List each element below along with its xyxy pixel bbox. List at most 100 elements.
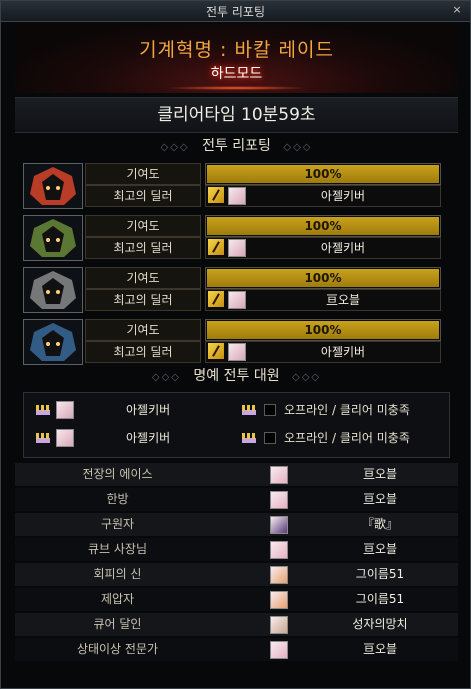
award-title: 큐브 사장님 xyxy=(87,542,147,556)
award-character-name[interactable]: 亘오블 xyxy=(315,638,445,661)
character-portrait[interactable] xyxy=(23,163,83,209)
crown-icon xyxy=(242,405,256,415)
character-face-icon xyxy=(270,566,288,584)
character-face-icon xyxy=(270,616,288,634)
honor-heading: ◇◇◇ 명예 전투 대원 ◇◇◇ xyxy=(15,366,458,386)
contribution-bar: 100% xyxy=(205,319,441,341)
title-bar[interactable]: 전투 리포팅 × xyxy=(1,1,470,22)
contribution-value: 100% xyxy=(304,323,342,337)
award-title: 한방 xyxy=(106,492,129,506)
player-entry: 기여도 100% 최고의 딜러 亘오블 xyxy=(23,267,449,313)
award-character-name[interactable]: 『歌』 xyxy=(315,513,445,536)
character-face-icon xyxy=(228,291,246,309)
raid-name: 기계혁명 : 바칼 레이드 xyxy=(139,39,334,61)
battle-report-window: 전투 리포팅 × 기계혁명 : 바칼 레이드 하드모드 클리어타임 10분59초… xyxy=(0,0,471,689)
weapon-icon xyxy=(208,187,224,203)
contribution-label: 기여도 xyxy=(85,215,201,237)
character-face-icon xyxy=(56,429,74,447)
ornament-left: ◇◇◇ xyxy=(151,372,181,383)
honor-member-name[interactable]: 아젤키버 xyxy=(126,399,170,421)
award-row: 구원자 『歌』 xyxy=(15,513,458,536)
top-dealer-box: 亘오블 xyxy=(205,289,441,311)
award-title: 구원자 xyxy=(100,517,135,531)
character-portrait[interactable] xyxy=(23,215,83,261)
award-row: 큐브 사장님 亘오블 xyxy=(15,538,458,561)
ornament-right: ◇◇◇ xyxy=(292,372,322,383)
character-face-icon xyxy=(270,541,288,559)
character-face-icon xyxy=(270,516,288,534)
ornament-right: ◇◇◇ xyxy=(283,142,313,153)
award-character-name[interactable]: 亘오블 xyxy=(315,488,445,511)
character-face-icon xyxy=(228,187,246,205)
character-portrait[interactable] xyxy=(23,267,83,313)
award-character-name[interactable]: 그이름51 xyxy=(315,563,445,586)
top-dealer-name: 아젤키버 xyxy=(320,241,366,255)
player-entry: 기여도 100% 최고의 딜러 아젤키버 xyxy=(23,163,449,209)
contribution-label: 기여도 xyxy=(85,319,201,341)
weapon-icon xyxy=(208,291,224,307)
contribution-bar: 100% xyxy=(205,215,441,237)
contribution-bar: 100% xyxy=(205,163,441,185)
top-dealer-name: 亘오블 xyxy=(325,293,361,307)
award-title: 상태이상 전문가 xyxy=(76,642,159,656)
award-character-name[interactable]: 亘오블 xyxy=(315,538,445,561)
character-face-icon xyxy=(270,491,288,509)
award-title: 회피의 신 xyxy=(93,567,142,581)
close-icon[interactable]: × xyxy=(450,3,464,17)
award-row: 한방 亘오블 xyxy=(15,488,458,511)
clear-time: 클리어타임 10분59초 xyxy=(15,97,458,133)
award-title: 제압자 xyxy=(100,592,135,606)
award-row: 전장의 에이스 亘오블 xyxy=(15,463,458,486)
award-character-name[interactable]: 亘오블 xyxy=(315,463,445,486)
battle-report-heading-text: 전투 리포팅 xyxy=(202,138,271,154)
difficulty-label: 하드모드 xyxy=(210,66,263,82)
ornament-left: ◇◇◇ xyxy=(160,142,190,153)
top-dealer-box: 아젤키버 xyxy=(205,341,441,363)
honor-row: 아젤키버 오프라인 / 클리어 미충족 xyxy=(30,427,444,449)
top-dealer-label: 최고의 딜러 xyxy=(85,341,201,363)
contribution-bar: 100% xyxy=(205,267,441,289)
contribution-value: 100% xyxy=(304,219,342,233)
award-row: 큐어 달인 성자의망치 xyxy=(15,613,458,636)
difficulty-glow xyxy=(165,86,308,90)
top-dealer-label: 최고의 딜러 xyxy=(85,185,201,207)
character-portrait[interactable] xyxy=(23,319,83,365)
character-face-icon xyxy=(270,591,288,609)
award-title: 전장의 에이스 xyxy=(82,467,153,481)
honor-status: 오프라인 / 클리어 미충족 xyxy=(284,403,410,417)
top-dealer-box: 아젤키버 xyxy=(205,185,441,207)
character-face-icon xyxy=(270,641,288,659)
character-face-icon xyxy=(270,466,288,484)
crown-icon xyxy=(36,405,50,415)
contribution-label: 기여도 xyxy=(85,267,201,289)
crown-icon xyxy=(36,433,50,443)
top-dealer-box: 아젤키버 xyxy=(205,237,441,259)
window-title: 전투 리포팅 xyxy=(205,5,265,19)
contribution-value: 100% xyxy=(304,271,342,285)
player-entry: 기여도 100% 최고의 딜러 아젤키버 xyxy=(23,215,449,261)
honor-checkbox[interactable] xyxy=(264,432,276,444)
top-dealer-label: 최고의 딜러 xyxy=(85,289,201,311)
top-dealer-name: 아젤키버 xyxy=(320,345,366,359)
character-face-icon xyxy=(228,239,246,257)
honor-panel: 아젤키버 오프라인 / 클리어 미충족 아젤키버 오프라인 / 클리어 미충족 xyxy=(23,392,450,458)
top-dealer-label: 최고의 딜러 xyxy=(85,237,201,259)
award-row: 제압자 그이름51 xyxy=(15,588,458,611)
contribution-label: 기여도 xyxy=(85,163,201,185)
honor-status: 오프라인 / 클리어 미충족 xyxy=(284,431,410,445)
crown-icon xyxy=(242,433,256,443)
award-character-name[interactable]: 성자의망치 xyxy=(315,613,445,636)
honor-heading-text: 명예 전투 대원 xyxy=(193,368,280,384)
top-dealer-name: 아젤키버 xyxy=(320,189,366,203)
weapon-icon xyxy=(208,343,224,359)
contribution-value: 100% xyxy=(304,167,342,181)
raid-banner: 기계혁명 : 바칼 레이드 하드모드 xyxy=(15,23,458,93)
award-row: 회피의 신 그이름51 xyxy=(15,563,458,586)
honor-row: 아젤키버 오프라인 / 클리어 미충족 xyxy=(30,399,444,421)
weapon-icon xyxy=(208,239,224,255)
character-face-icon xyxy=(56,401,74,419)
honor-member-name[interactable]: 아젤키버 xyxy=(126,427,170,449)
award-character-name[interactable]: 그이름51 xyxy=(315,588,445,611)
honor-checkbox[interactable] xyxy=(264,404,276,416)
battle-report-heading: ◇◇◇ 전투 리포팅 ◇◇◇ xyxy=(15,136,458,156)
